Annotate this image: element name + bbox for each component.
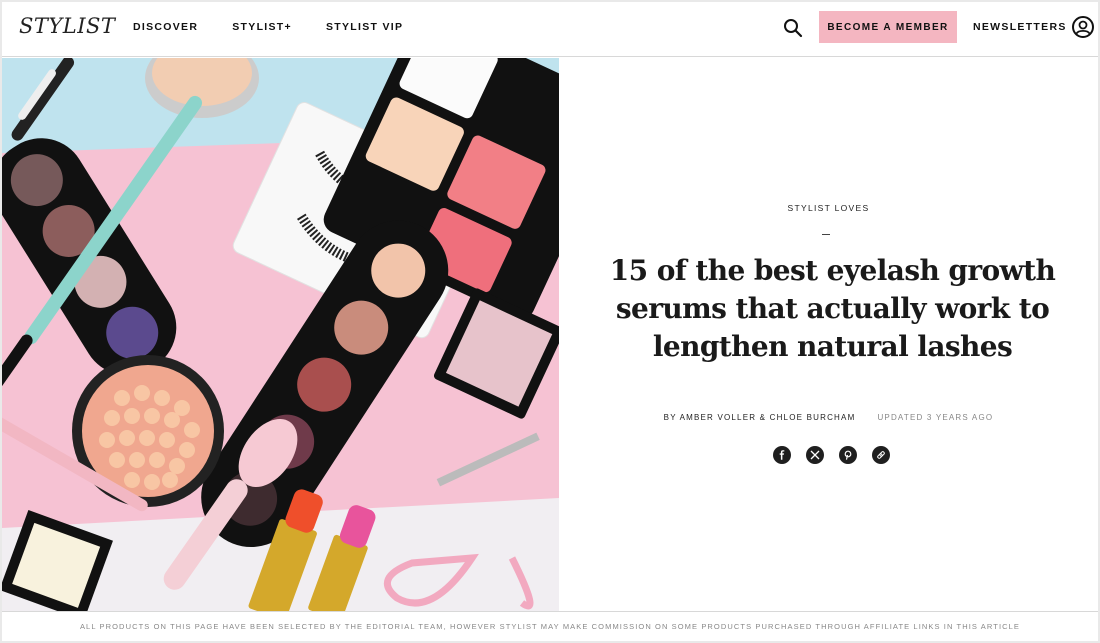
affiliate-disclaimer: ALL PRODUCTS ON THIS PAGE HAVE BEEN SELE… bbox=[2, 611, 1098, 641]
x-icon[interactable] bbox=[806, 446, 824, 464]
makeup-flatlay-image bbox=[2, 58, 559, 611]
main-nav: DISCOVER STYLIST+ STYLIST VIP bbox=[133, 21, 437, 33]
link-icon[interactable] bbox=[872, 446, 890, 464]
facebook-icon[interactable] bbox=[773, 446, 791, 464]
share-buttons bbox=[773, 446, 890, 464]
article-byline: BY AMBER VOLLER & CHLOE BURCHAM UPDATED … bbox=[559, 413, 1098, 422]
page-frame: STYLIST DISCOVER STYLIST+ STYLIST VIP BE… bbox=[2, 2, 1098, 641]
article-title: 15 of the best eyelash growth serums tha… bbox=[609, 254, 1056, 363]
nav-stylist-plus[interactable]: STYLIST+ bbox=[232, 21, 292, 33]
category-divider bbox=[822, 234, 830, 235]
article-author[interactable]: BY AMBER VOLLER & CHLOE BURCHAM bbox=[664, 413, 856, 422]
become-member-button[interactable]: BECOME A MEMBER bbox=[819, 11, 957, 43]
article-updated: UPDATED 3 YEARS AGO bbox=[877, 413, 994, 422]
site-header: STYLIST DISCOVER STYLIST+ STYLIST VIP BE… bbox=[2, 2, 1098, 57]
site-logo[interactable]: STYLIST bbox=[19, 14, 115, 38]
nav-discover[interactable]: DISCOVER bbox=[133, 21, 198, 33]
account-icon[interactable] bbox=[1071, 15, 1095, 39]
newsletters-link[interactable]: NEWSLETTERS bbox=[973, 21, 1067, 33]
article-category[interactable]: STYLIST LOVES bbox=[559, 203, 1098, 213]
nav-stylist-vip[interactable]: STYLIST VIP bbox=[326, 21, 403, 33]
pinterest-icon[interactable] bbox=[839, 446, 857, 464]
search-icon[interactable] bbox=[782, 17, 804, 39]
article-header: STYLIST LOVES 15 of the best eyelash gro… bbox=[559, 58, 1098, 611]
